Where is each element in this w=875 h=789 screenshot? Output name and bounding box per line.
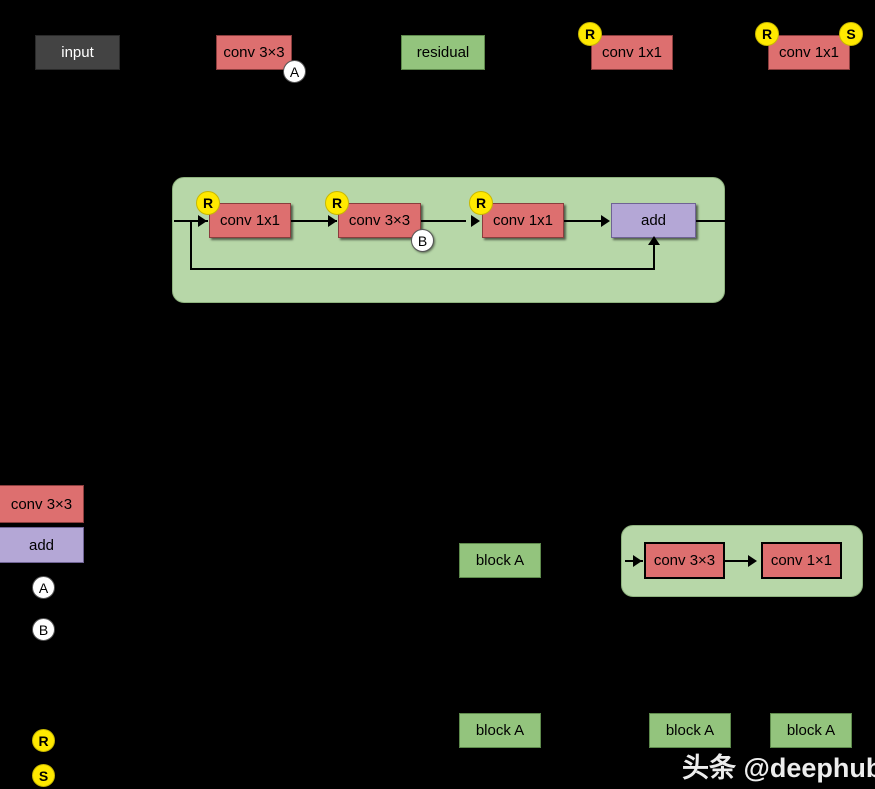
badge-r-stage-3: R (469, 191, 493, 215)
legend-node-input: input (35, 35, 120, 70)
badge-r-stage-2: R (325, 191, 349, 215)
badge-r-stage-1: R (196, 191, 220, 215)
legend-badge-s: S (32, 764, 55, 787)
residual-stage-conv1x1-1: conv 1x1 (209, 203, 291, 238)
badge-r-legend-2: R (755, 22, 779, 46)
arrow-into-add (601, 215, 610, 227)
arrow-into-conv1x1-2 (471, 215, 480, 227)
wire-stage2-to-stage3 (421, 220, 466, 222)
wire-skip-up (653, 243, 655, 270)
arrow-detail-into-conv3x3 (633, 555, 642, 567)
legend-badge-a: A (32, 576, 55, 599)
residual-stage-conv3x3: conv 3×3 (338, 203, 421, 238)
arrow-into-add-bottom (648, 236, 660, 245)
bottom-block-a-1: block A (459, 713, 541, 748)
wire-skip-across (190, 268, 655, 270)
legend-bottom-add: add (0, 527, 84, 563)
diagram-canvas: input conv 3×3 A residual conv 1x1 R con… (0, 0, 875, 789)
legend-node-conv3x3-a: conv 3×3 (216, 35, 292, 70)
residual-stage-conv1x1-2: conv 1x1 (482, 203, 564, 238)
arrow-into-conv1 (198, 215, 207, 227)
badge-a-top: A (283, 60, 306, 83)
legend-bottom-conv3x3: conv 3×3 (0, 485, 84, 523)
bottom-block-a-3: block A (770, 713, 852, 748)
badge-r-legend-1: R (578, 22, 602, 46)
watermark-deephub: 头条 @deephub (682, 753, 875, 783)
residual-block-container (172, 177, 725, 303)
legend-node-conv1x1-rs: conv 1x1 (768, 35, 850, 70)
arrow-detail-into-conv1x1 (748, 555, 757, 567)
block-a-detail-conv1x1: conv 1×1 (761, 542, 842, 579)
block-a-label-mid: block A (459, 543, 541, 578)
bottom-block-a-2: block A (649, 713, 731, 748)
arrow-into-conv3x3 (328, 215, 337, 227)
legend-node-conv1x1-r: conv 1x1 (591, 35, 673, 70)
legend-badge-r: R (32, 729, 55, 752)
block-a-detail-conv3x3: conv 3×3 (644, 542, 725, 579)
wire-add-output (696, 220, 725, 222)
legend-node-residual: residual (401, 35, 485, 70)
residual-merge-add: add (611, 203, 696, 238)
badge-b-stage-2: B (411, 229, 434, 252)
legend-badge-b: B (32, 618, 55, 641)
wire-skip-down (190, 220, 192, 270)
badge-s-legend: S (839, 22, 863, 46)
